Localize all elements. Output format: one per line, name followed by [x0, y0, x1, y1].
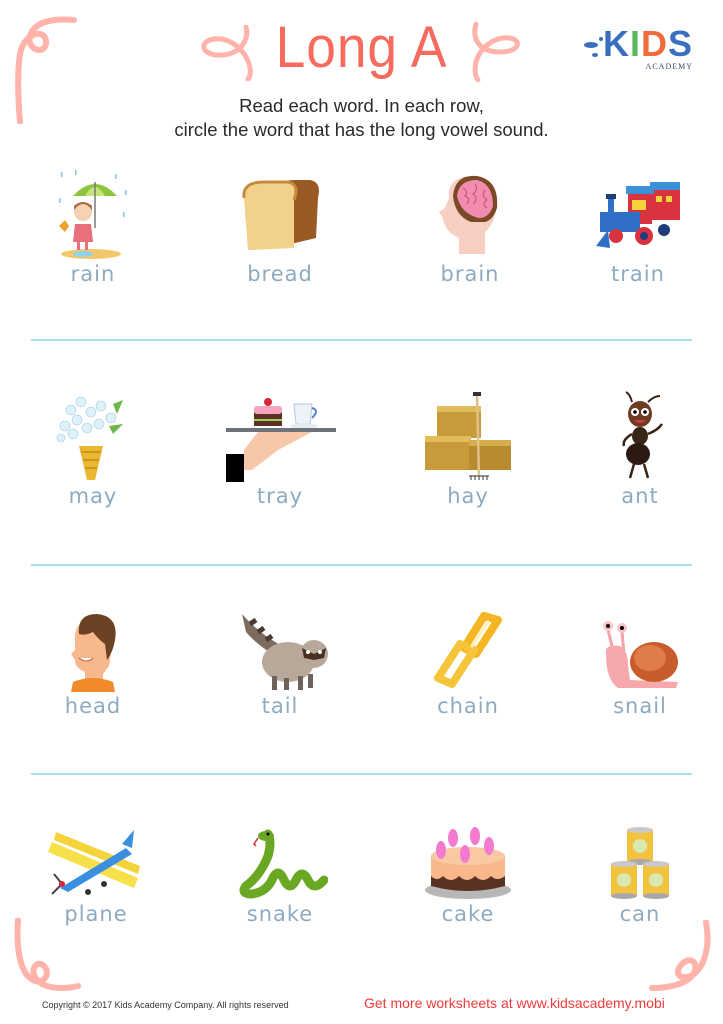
ant-icon — [622, 391, 664, 479]
word-snake[interactable]: snake — [210, 902, 350, 926]
toy-train-icon — [596, 182, 680, 248]
row-divider-1 — [31, 339, 692, 341]
row-divider-3 — [31, 773, 692, 775]
snail-icon — [603, 621, 678, 688]
word-card-train: train — [568, 168, 708, 286]
word-card-brain: brain — [400, 168, 540, 286]
stacked-cans-icon — [611, 827, 669, 899]
biplane-icon — [48, 830, 140, 895]
word-card-head: head — [23, 610, 163, 718]
word-brain[interactable]: brain — [400, 262, 540, 286]
instructions-line-1: Read each word. In each row, — [239, 95, 484, 116]
word-tray[interactable]: tray — [210, 484, 350, 508]
word-card-hay: hay — [398, 390, 538, 508]
word-card-cake: cake — [398, 826, 538, 926]
word-chain[interactable]: chain — [398, 694, 538, 718]
word-rain[interactable]: rain — [23, 262, 163, 286]
man-head-icon — [71, 614, 116, 692]
word-hay[interactable]: hay — [398, 484, 538, 508]
logo-academy-text: ACADEMY — [645, 62, 693, 71]
girl-umbrella-rain-icon — [59, 170, 127, 259]
word-ant[interactable]: ant — [570, 484, 710, 508]
word-card-bread: bread — [210, 168, 350, 286]
flower-vase-icon — [56, 396, 123, 480]
word-card-snake: snake — [210, 826, 350, 926]
snake-icon — [239, 829, 328, 899]
hay-bales-icon — [425, 392, 511, 480]
word-card-can: can — [570, 826, 710, 926]
word-cake[interactable]: cake — [398, 902, 538, 926]
word-card-rain: rain — [23, 168, 163, 286]
serving-tray-icon — [226, 398, 336, 482]
bread-loaf-icon — [242, 180, 319, 250]
corner-swirl-bottom-right — [649, 920, 711, 991]
word-card-plane: plane — [26, 826, 166, 926]
word-card-tray: tray — [210, 390, 350, 508]
head-brain-icon — [439, 175, 498, 254]
word-card-chain: chain — [398, 610, 538, 718]
logo-kids-text: KIDS — [603, 23, 694, 64]
kids-academy-logo: KIDS ACADEMY — [583, 23, 697, 77]
corner-swirl-bottom-left — [14, 918, 81, 991]
raccoon-tail-icon — [242, 614, 328, 690]
word-can[interactable]: can — [570, 902, 710, 926]
word-card-tail: tail — [210, 610, 350, 718]
promo-link[interactable]: Get more worksheets at www.kidsacademy.m… — [364, 995, 665, 1011]
copyright-text: Copyright © 2017 Kids Academy Company. A… — [42, 1000, 289, 1010]
chain-link-icon — [434, 612, 502, 688]
word-train[interactable]: train — [568, 262, 708, 286]
word-may[interactable]: may — [23, 484, 163, 508]
word-bread[interactable]: bread — [210, 262, 350, 286]
row-divider-2 — [31, 564, 692, 566]
instructions-line-2: circle the word that has the long vowel … — [174, 119, 549, 140]
word-card-ant: ant — [570, 390, 710, 508]
word-tail[interactable]: tail — [210, 694, 350, 718]
word-card-may: may — [23, 390, 163, 508]
word-plane[interactable]: plane — [26, 902, 166, 926]
cake-icon — [425, 827, 511, 899]
splash-icon — [584, 37, 603, 57]
word-snail[interactable]: snail — [570, 694, 710, 718]
instructions: Read each word. In each row, circle the … — [0, 94, 723, 142]
word-head[interactable]: head — [23, 694, 163, 718]
word-card-snail: snail — [570, 610, 710, 718]
